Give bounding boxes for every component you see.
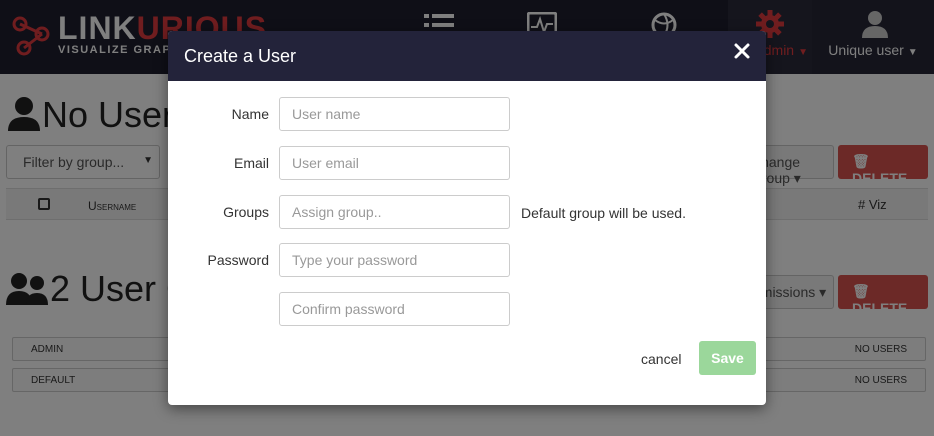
name-input[interactable] xyxy=(279,97,510,131)
confirm-password-input[interactable] xyxy=(279,292,510,326)
email-input[interactable] xyxy=(279,146,510,180)
name-label: Name xyxy=(231,106,269,122)
email-label: Email xyxy=(233,155,269,171)
groups-help-text: Default group will be used. xyxy=(521,205,686,221)
password-label: Password xyxy=(207,252,269,268)
dialog-title: Create a User xyxy=(184,46,297,66)
dialog-header: Create a User xyxy=(168,31,766,81)
groups-label: Groups xyxy=(223,204,269,220)
close-icon[interactable] xyxy=(732,41,752,61)
groups-input[interactable] xyxy=(279,195,510,229)
cancel-button[interactable]: cancel xyxy=(641,351,681,367)
create-user-dialog: Create a User Name Email Groups Default … xyxy=(168,31,766,405)
save-button[interactable]: Save xyxy=(699,341,756,375)
password-input[interactable] xyxy=(279,243,510,277)
